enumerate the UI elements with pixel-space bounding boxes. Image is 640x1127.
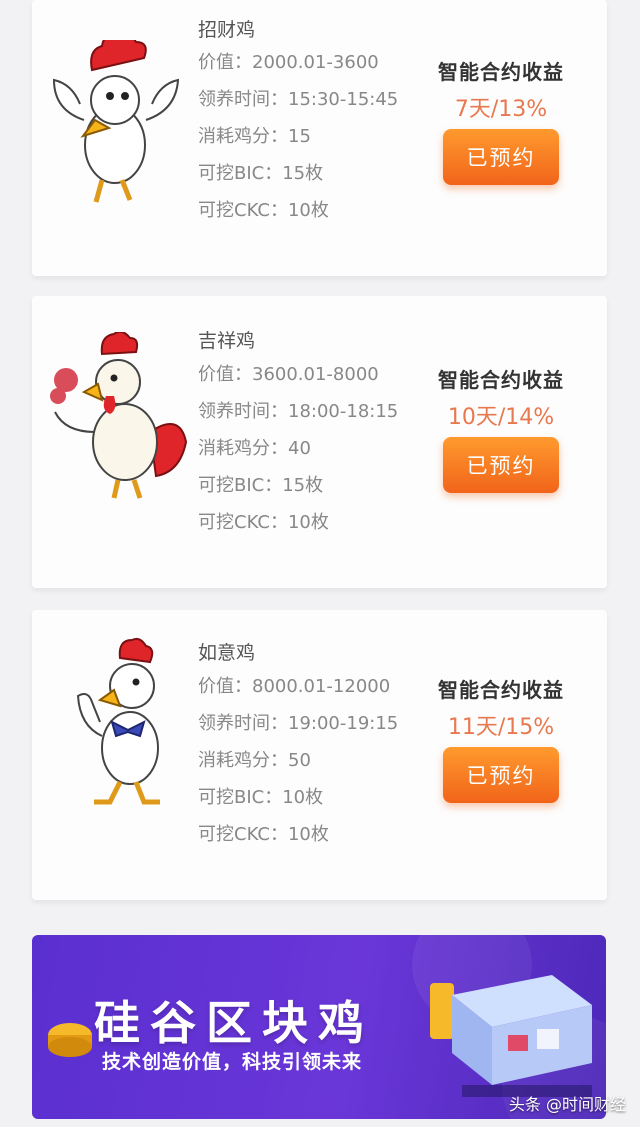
product-name: 招财鸡	[198, 19, 256, 41]
product-mineable-ckc: 可挖CKC：10枚	[198, 512, 329, 533]
product-mineable-ckc: 可挖CKC：10枚	[198, 824, 329, 845]
product-mineable-bic: 可挖BIC：10枚	[198, 787, 324, 808]
product-info: 价值：3600.01-8000 领养时间：18:00-18:15 消耗鸡分：40…	[198, 356, 398, 541]
product-adopt-time: 领养时间：18:00-18:15	[198, 401, 399, 422]
product-consume-points: 消耗鸡分：15	[198, 126, 311, 147]
reserved-button[interactable]: 已预约	[443, 129, 559, 185]
contract-panel: 智能合约收益 11天/15% 已预约	[426, 674, 576, 803]
contract-ratio: 11天/15%	[447, 715, 555, 740]
product-name: 吉祥鸡	[198, 330, 256, 352]
product-mineable-bic: 可挖BIC：15枚	[198, 475, 324, 496]
contract-panel: 智能合约收益 10天/14% 已预约	[426, 364, 576, 493]
contract-label: 智能合约收益	[438, 368, 564, 392]
product-card-zhaocai: 招财鸡 价值：2000.01-3600 领养时间：15:30-15:45 消耗鸡…	[32, 0, 607, 276]
contract-label: 智能合约收益	[438, 678, 564, 702]
chicken-mascot-icon	[76, 637, 160, 805]
contract-panel: 智能合约收益 7天/13% 已预约	[426, 56, 576, 185]
product-value: 价值：3600.01-8000	[198, 364, 379, 385]
chicken-mascot-icon	[50, 332, 188, 499]
product-adopt-time: 领养时间：19:00-19:15	[198, 713, 399, 734]
contract-ratio: 10天/14%	[447, 405, 555, 430]
watermark: 头条 @时间财经	[508, 1095, 626, 1114]
product-info: 价值：2000.01-3600 领养时间：15:30-15:45 消耗鸡分：15…	[198, 44, 398, 229]
product-mineable-bic: 可挖BIC：15枚	[198, 163, 324, 184]
product-info: 价值：8000.01-12000 领养时间：19:00-19:15 消耗鸡分：5…	[198, 668, 398, 853]
contract-ratio: 7天/13%	[454, 97, 548, 122]
product-consume-points: 消耗鸡分：40	[198, 438, 311, 459]
banner-title: 硅谷区块鸡	[94, 996, 374, 1050]
reserved-button[interactable]: 已预约	[443, 747, 559, 803]
chicken-mascot-icon	[52, 40, 180, 203]
banner-subtitle: 技术创造价值，科技引领未来	[102, 1051, 363, 1073]
product-consume-points: 消耗鸡分：50	[198, 750, 311, 771]
contract-label: 智能合约收益	[438, 60, 564, 84]
reserved-button[interactable]: 已预约	[443, 437, 559, 493]
product-value: 价值：8000.01-12000	[198, 676, 391, 697]
product-card-jixiang: 吉祥鸡 价值：3600.01-8000 领养时间：18:00-18:15 消耗鸡…	[32, 296, 607, 588]
product-name: 如意鸡	[198, 642, 256, 664]
product-adopt-time: 领养时间：15:30-15:45	[198, 89, 399, 110]
product-value: 价值：2000.01-3600	[198, 52, 379, 73]
product-card-ruyi: 如意鸡 价值：8000.01-12000 领养时间：19:00-19:15 消耗…	[32, 610, 607, 900]
product-mineable-ckc: 可挖CKC：10枚	[198, 200, 329, 221]
